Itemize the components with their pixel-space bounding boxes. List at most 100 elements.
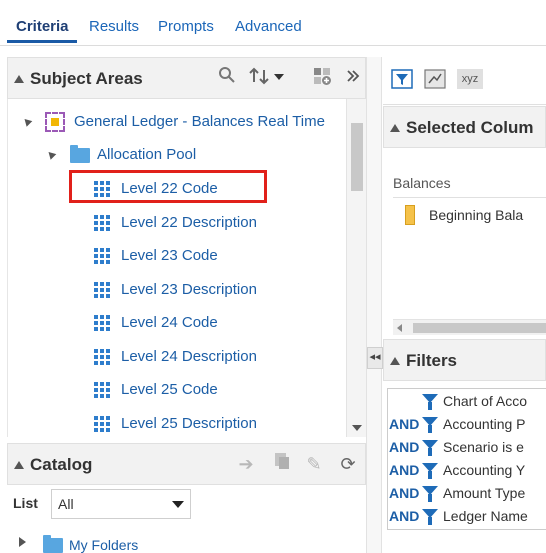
filter-text: Chart of Acco <box>443 393 528 409</box>
toolbar-divider <box>383 104 546 105</box>
saved-filter-icon[interactable] <box>424 69 446 89</box>
expanded-triangle-icon[interactable] <box>21 116 33 127</box>
list-select[interactable]: All <box>51 489 191 519</box>
filter-icon[interactable] <box>391 69 413 89</box>
filter-operator: AND <box>389 508 420 524</box>
scroll-left-arrow-icon[interactable] <box>397 324 402 332</box>
filter-operator: AND <box>389 439 420 455</box>
arrow-right-icon[interactable]: ➔ <box>234 452 258 476</box>
subject-areas-header: Subject Areas <box>7 57 366 99</box>
tree-item-label: Level 23 Description <box>121 281 257 298</box>
collapse-triangle-icon[interactable] <box>14 461 24 469</box>
selected-columns-group: Balances <box>393 175 451 191</box>
tree-item-level-24-description[interactable]: Level 24 Description <box>8 342 338 372</box>
measure-icon <box>405 205 415 225</box>
tree-item-general-ledger[interactable]: General Ledger - Balances Real Time <box>8 107 338 137</box>
scrollbar-thumb[interactable] <box>351 123 363 191</box>
add-subject-area-icon[interactable] <box>310 66 334 90</box>
tree-item-label: Level 24 Code <box>121 314 218 331</box>
filters-title: Filters <box>406 351 458 370</box>
chevron-down-icon <box>172 501 184 508</box>
list-label: List <box>13 495 38 511</box>
selected-column-item[interactable]: Beginning Bala <box>429 207 523 223</box>
column-icon <box>94 349 110 365</box>
collapse-panel-icon[interactable] <box>341 66 365 90</box>
filter-operator: AND <box>389 485 420 501</box>
scrollbar-thumb[interactable] <box>413 323 546 333</box>
filters-list: Chart of Acco AND Accounting P AND Scena… <box>387 388 546 530</box>
group-divider <box>393 197 546 198</box>
list-select-value: All <box>58 496 74 512</box>
filter-text: Ledger Name <box>443 508 528 524</box>
selection-highlight <box>69 170 267 203</box>
subject-areas-title: Subject Areas <box>30 69 143 88</box>
tab-advanced[interactable]: Advanced <box>235 18 302 35</box>
sort-icon[interactable] <box>248 66 288 90</box>
tree-item-allocation-pool[interactable]: Allocation Pool <box>8 140 338 170</box>
collapse-triangle-icon[interactable] <box>390 357 400 365</box>
tree-item-label: Allocation Pool <box>97 146 197 163</box>
column-icon <box>94 248 110 264</box>
funnel-icon <box>422 486 438 502</box>
tree-item-label: Level 25 Description <box>121 415 257 432</box>
folder-icon <box>70 145 90 163</box>
filter-text: Amount Type <box>443 485 526 501</box>
tree-item-label: General Ledger - Balances Real Time <box>74 113 325 130</box>
refresh-icon[interactable]: ⟳ <box>336 452 360 476</box>
funnel-icon <box>422 394 438 410</box>
filter-text: Accounting Y <box>443 462 526 478</box>
catalog-list-row: List All <box>7 485 366 521</box>
collapse-triangle-icon[interactable] <box>14 75 24 83</box>
tree-item-level-22-description[interactable]: Level 22 Description <box>8 208 338 238</box>
tree-item-label: Level 22 Description <box>121 214 257 231</box>
funnel-icon <box>422 417 438 433</box>
funnel-icon <box>422 440 438 456</box>
funnel-icon <box>422 463 438 479</box>
filter-operator: AND <box>389 462 420 478</box>
catalog-header: Catalog ➔ ✎ ⟳ <box>7 443 366 485</box>
expanded-triangle-icon[interactable] <box>45 149 57 160</box>
catalog-folder-my-folders[interactable]: My Folders <box>7 530 366 553</box>
filters-header: Filters <box>383 339 546 381</box>
tree-item-label: Level 23 Code <box>121 247 218 264</box>
tree-item-level-25-code[interactable]: Level 25 Code <box>8 375 338 405</box>
left-panel: Subject Areas General Ledger - Balances … <box>0 57 366 553</box>
scroll-down-arrow-icon[interactable] <box>352 425 362 431</box>
filter-text: Scenario is e <box>443 439 524 455</box>
subject-area-icon <box>45 112 65 132</box>
tree-item-level-23-code[interactable]: Level 23 Code <box>8 241 338 271</box>
tree-item-level-24-code[interactable]: Level 24 Code <box>8 308 338 338</box>
subject-area-tree: General Ledger - Balances Real Time Allo… <box>7 99 366 437</box>
xyz-button[interactable]: xyz <box>457 69 483 89</box>
tab-bar: Criteria Results Prompts Advanced <box>0 0 546 46</box>
folder-label: My Folders <box>69 537 139 553</box>
search-icon[interactable] <box>215 66 239 90</box>
funnel-icon <box>422 509 438 525</box>
panel-splitter[interactable]: ◂◂ <box>366 57 383 553</box>
folder-icon <box>43 535 63 553</box>
column-icon <box>94 416 110 432</box>
catalog-title: Catalog <box>30 455 93 474</box>
columns-horizontal-scrollbar[interactable] <box>393 319 546 335</box>
copy-icon[interactable] <box>270 452 294 476</box>
tree-item-label: Level 25 Code <box>121 381 218 398</box>
column-icon <box>94 315 110 331</box>
column-icon <box>94 382 110 398</box>
tree-item-label: Level 24 Description <box>121 348 257 365</box>
edit-icon[interactable]: ✎ <box>302 452 326 476</box>
right-panel: xyz Selected Colum Balances Beginning Ba… <box>383 57 546 553</box>
filter-text: Accounting P <box>443 416 526 432</box>
expand-triangle-icon[interactable] <box>19 537 26 547</box>
column-icon <box>94 282 110 298</box>
collapse-triangle-icon[interactable] <box>390 124 400 132</box>
tab-results[interactable]: Results <box>89 18 139 35</box>
tab-criteria[interactable]: Criteria <box>16 18 69 35</box>
selected-columns-title: Selected Colum <box>406 118 534 137</box>
tree-item-level-23-description[interactable]: Level 23 Description <box>8 275 338 305</box>
tab-prompts[interactable]: Prompts <box>158 18 214 35</box>
tree-item-level-25-description[interactable]: Level 25 Description <box>8 409 338 437</box>
filter-operator: AND <box>389 416 420 432</box>
collapse-left-icon[interactable]: ◂◂ <box>367 347 383 369</box>
selected-columns-header: Selected Colum <box>383 106 546 148</box>
tree-vertical-scrollbar[interactable] <box>346 99 366 437</box>
